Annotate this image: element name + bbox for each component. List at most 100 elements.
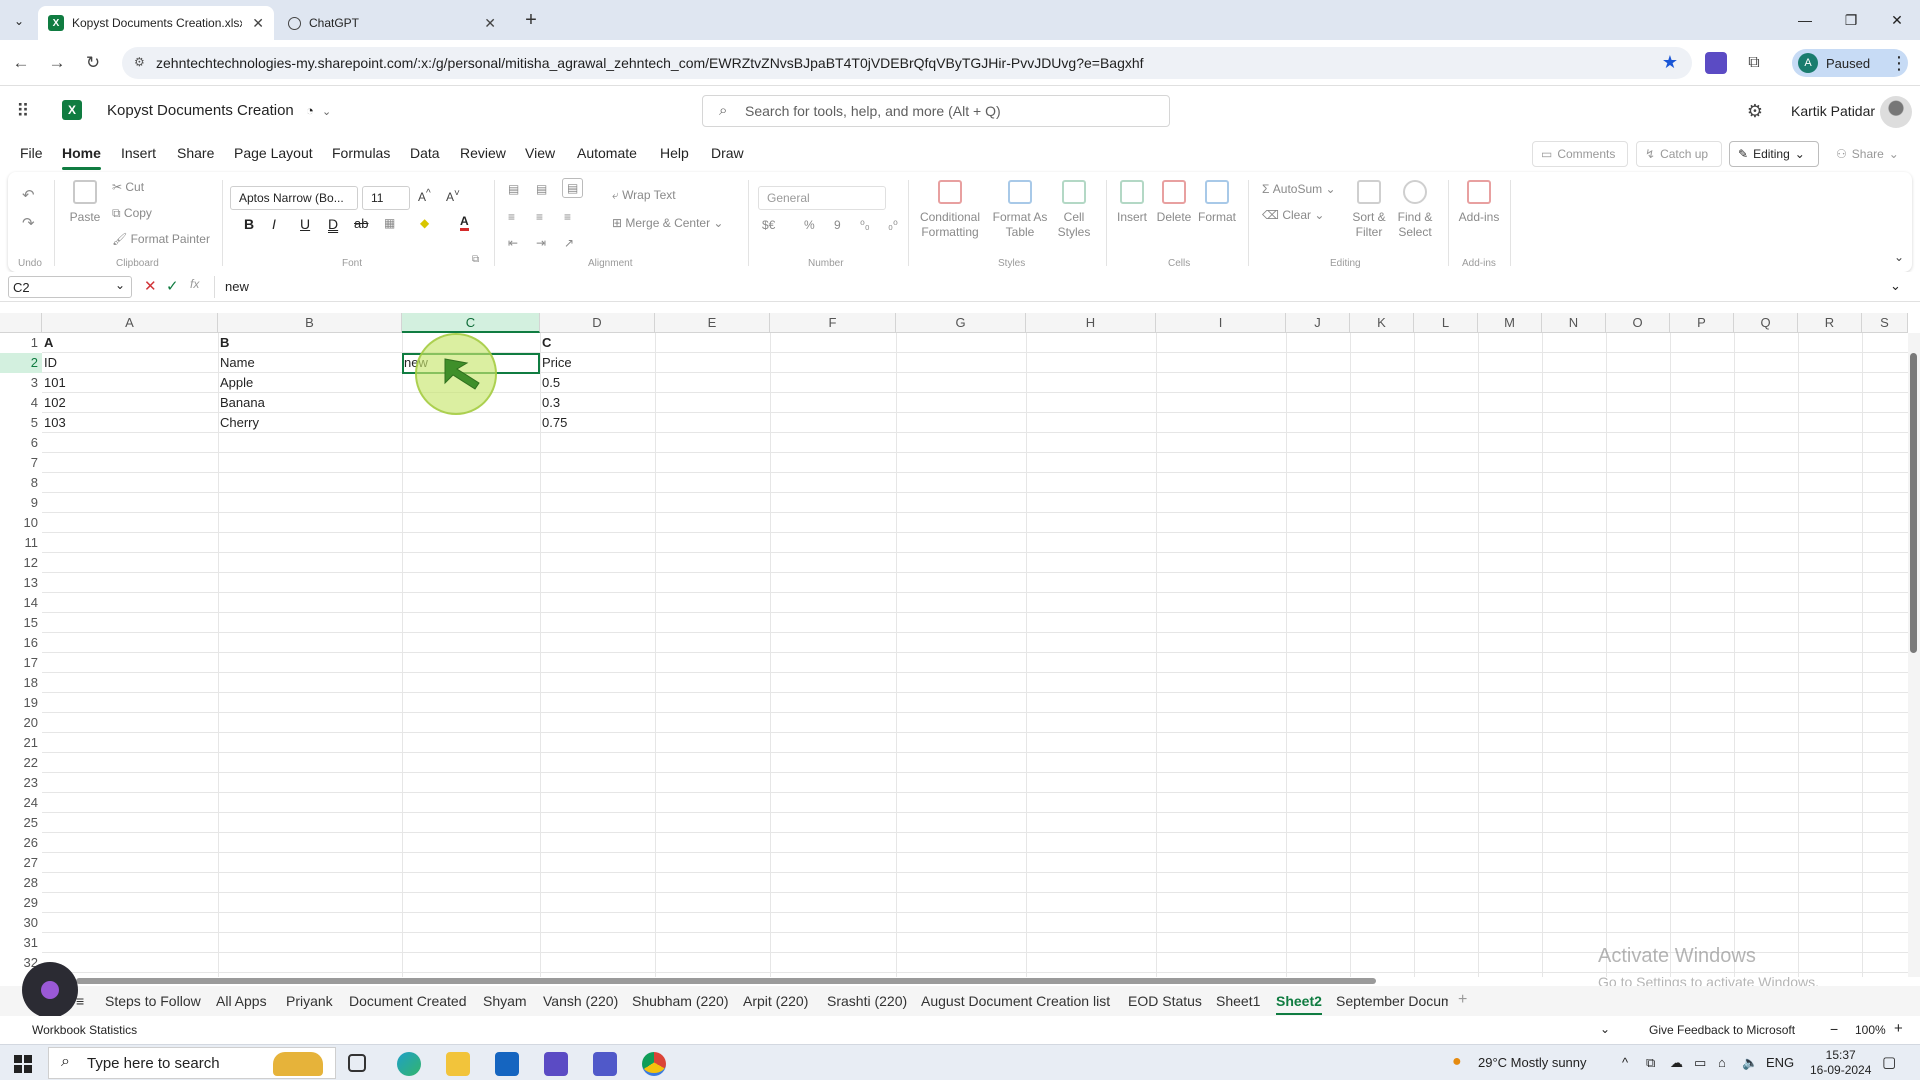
user-name[interactable]: Kartik Patidar [1791, 103, 1875, 119]
bookmark-star-icon[interactable]: ★ [1662, 52, 1678, 73]
sheet-tab[interactable]: Vansh (220) [543, 993, 618, 1009]
sheet-list-icon[interactable]: ≡ [76, 993, 84, 1009]
find-select-button[interactable]: Find & Select [1392, 180, 1438, 240]
tab-share[interactable]: Share [177, 145, 214, 161]
row-header[interactable]: 5 [0, 413, 42, 433]
zoom-level[interactable]: 100% [1855, 1023, 1886, 1037]
avatar[interactable] [1880, 96, 1912, 128]
back-icon[interactable]: ← [10, 52, 32, 74]
row-header[interactable]: 22 [0, 753, 42, 773]
row-header[interactable]: 6 [0, 433, 42, 453]
column-header-q[interactable]: Q [1734, 313, 1798, 333]
align-center-icon[interactable]: ≡ [536, 210, 543, 224]
vertical-scrollbar[interactable] [1908, 333, 1920, 977]
row-header[interactable]: 14 [0, 593, 42, 613]
tab-view[interactable]: View [525, 145, 555, 161]
align-top-icon[interactable]: ▤ [508, 182, 519, 196]
windows-start-icon[interactable] [14, 1055, 32, 1073]
column-header-h[interactable]: H [1026, 313, 1156, 333]
fill-color-icon[interactable]: ◆ [420, 216, 429, 230]
copy-button[interactable]: ⧉ Copy [112, 206, 152, 221]
extension-icon[interactable] [1705, 52, 1727, 74]
column-header-n[interactable]: N [1542, 313, 1606, 333]
sheet-tab[interactable]: Steps to Follow [105, 993, 201, 1009]
row-header[interactable]: 3 [0, 373, 42, 393]
onedrive-icon[interactable]: ☁ [1670, 1055, 1683, 1071]
language-indicator[interactable]: ENG [1766, 1055, 1794, 1070]
chevron-down-icon[interactable]: ⌄ [1600, 1022, 1610, 1036]
font-dialog-launcher-icon[interactable]: ⧉ [472, 254, 479, 265]
align-bottom-icon[interactable]: ▤ [562, 178, 584, 198]
workbook-statistics[interactable]: Workbook Statistics [32, 1023, 137, 1037]
add-sheet-button[interactable]: + [1458, 991, 1467, 1009]
column-header-p[interactable]: P [1670, 313, 1734, 333]
row-header[interactable]: 21 [0, 733, 42, 753]
zoom-out-button[interactable]: − [1830, 1021, 1838, 1037]
autosum-button[interactable]: Σ AutoSum ⌄ [1262, 182, 1336, 196]
column-header-a[interactable]: A [42, 313, 218, 333]
vertical-scroll-thumb[interactable] [1910, 353, 1917, 653]
orientation-icon[interactable]: ↗ [564, 236, 574, 250]
row-header[interactable]: 7 [0, 453, 42, 473]
formula-input[interactable]: new [225, 279, 249, 294]
cell-a3[interactable]: 101 [42, 373, 218, 393]
sort-filter-button[interactable]: Sort & Filter [1346, 180, 1392, 240]
row-header[interactable]: 1 [0, 333, 42, 353]
column-header-s[interactable]: S [1862, 313, 1908, 333]
search-input[interactable]: ⌕ Search for tools, help, and more (Alt … [702, 95, 1170, 127]
cell-d4[interactable]: 0.3 [540, 393, 655, 413]
tab-formulas[interactable]: Formulas [332, 145, 390, 161]
row-header[interactable]: 2 [0, 353, 42, 373]
system-clock[interactable]: 15:37 16-09-2024 [1810, 1048, 1871, 1078]
row-header[interactable]: 10 [0, 513, 42, 533]
puzzle-extensions-icon[interactable]: ⧉ [1743, 52, 1765, 74]
mail-icon[interactable] [495, 1052, 519, 1076]
file-explorer-icon[interactable] [446, 1052, 470, 1076]
power-apps-icon[interactable] [544, 1052, 568, 1076]
cell-b2[interactable]: Name [218, 353, 402, 373]
url-input[interactable]: ⚙ zehntechtechnologies-my.sharepoint.com… [122, 47, 1692, 79]
browser-tab-chatgpt[interactable]: ChatGPT ✕ [278, 6, 506, 40]
document-title[interactable]: Kopyst Documents Creation ◔ ⌄ [107, 102, 331, 119]
column-header-k[interactable]: K [1350, 313, 1414, 333]
sheet-tab-active[interactable]: Sheet2 [1276, 993, 1322, 1015]
column-header-e[interactable]: E [655, 313, 770, 333]
battery-icon[interactable]: ▭ [1694, 1055, 1706, 1071]
share-button[interactable]: ⚇ Share ⌄ [1828, 141, 1908, 167]
tab-data[interactable]: Data [410, 145, 440, 161]
row-header[interactable]: 9 [0, 493, 42, 513]
column-header-d[interactable]: D [540, 313, 655, 333]
increase-font-icon[interactable]: A^ [418, 188, 431, 204]
row-header[interactable]: 8 [0, 473, 42, 493]
cancel-entry-icon[interactable]: ✕ [144, 277, 157, 295]
strikethrough-button[interactable]: ab [354, 216, 368, 231]
cell-d5[interactable]: 0.75 [540, 413, 655, 433]
double-underline-button[interactable]: D [328, 216, 338, 232]
chrome-icon[interactable] [642, 1052, 666, 1076]
sheet-tab[interactable]: All Apps [216, 993, 267, 1009]
forward-icon[interactable]: → [46, 52, 68, 74]
row-header[interactable]: 17 [0, 653, 42, 673]
tray-apps-icon[interactable]: ⧉ [1646, 1055, 1655, 1071]
expand-formula-icon[interactable]: ⌄ [1890, 278, 1901, 294]
sheet-tab[interactable]: Arpit (220) [743, 993, 808, 1009]
delete-cells-button[interactable]: Delete [1154, 180, 1194, 225]
row-header[interactable]: 25 [0, 813, 42, 833]
tab-review[interactable]: Review [460, 145, 506, 161]
tab-file[interactable]: File [20, 145, 43, 161]
sheet-tab[interactable]: EOD Status [1128, 993, 1202, 1009]
settings-gear-icon[interactable]: ⚙ [1744, 100, 1766, 122]
sheet-tab[interactable]: Document Created [349, 993, 467, 1009]
teams-icon[interactable] [593, 1052, 617, 1076]
weather-text[interactable]: 29°C Mostly sunny [1478, 1055, 1587, 1070]
bold-button[interactable]: B [244, 216, 254, 232]
sheet-tab[interactable]: Shyam [483, 993, 527, 1009]
row-header[interactable]: 16 [0, 633, 42, 653]
recorder-overlay-icon[interactable] [22, 962, 78, 1018]
align-left-icon[interactable]: ≡ [508, 210, 515, 224]
conditional-formatting-button[interactable]: Conditional Formatting [916, 180, 984, 240]
sheet-tab[interactable]: Sheet1 [1216, 993, 1260, 1009]
tab-draw[interactable]: Draw [711, 145, 744, 161]
editing-mode-button[interactable]: ✎ Editing ⌄ [1729, 141, 1819, 167]
cell-d1[interactable]: C [540, 333, 655, 353]
